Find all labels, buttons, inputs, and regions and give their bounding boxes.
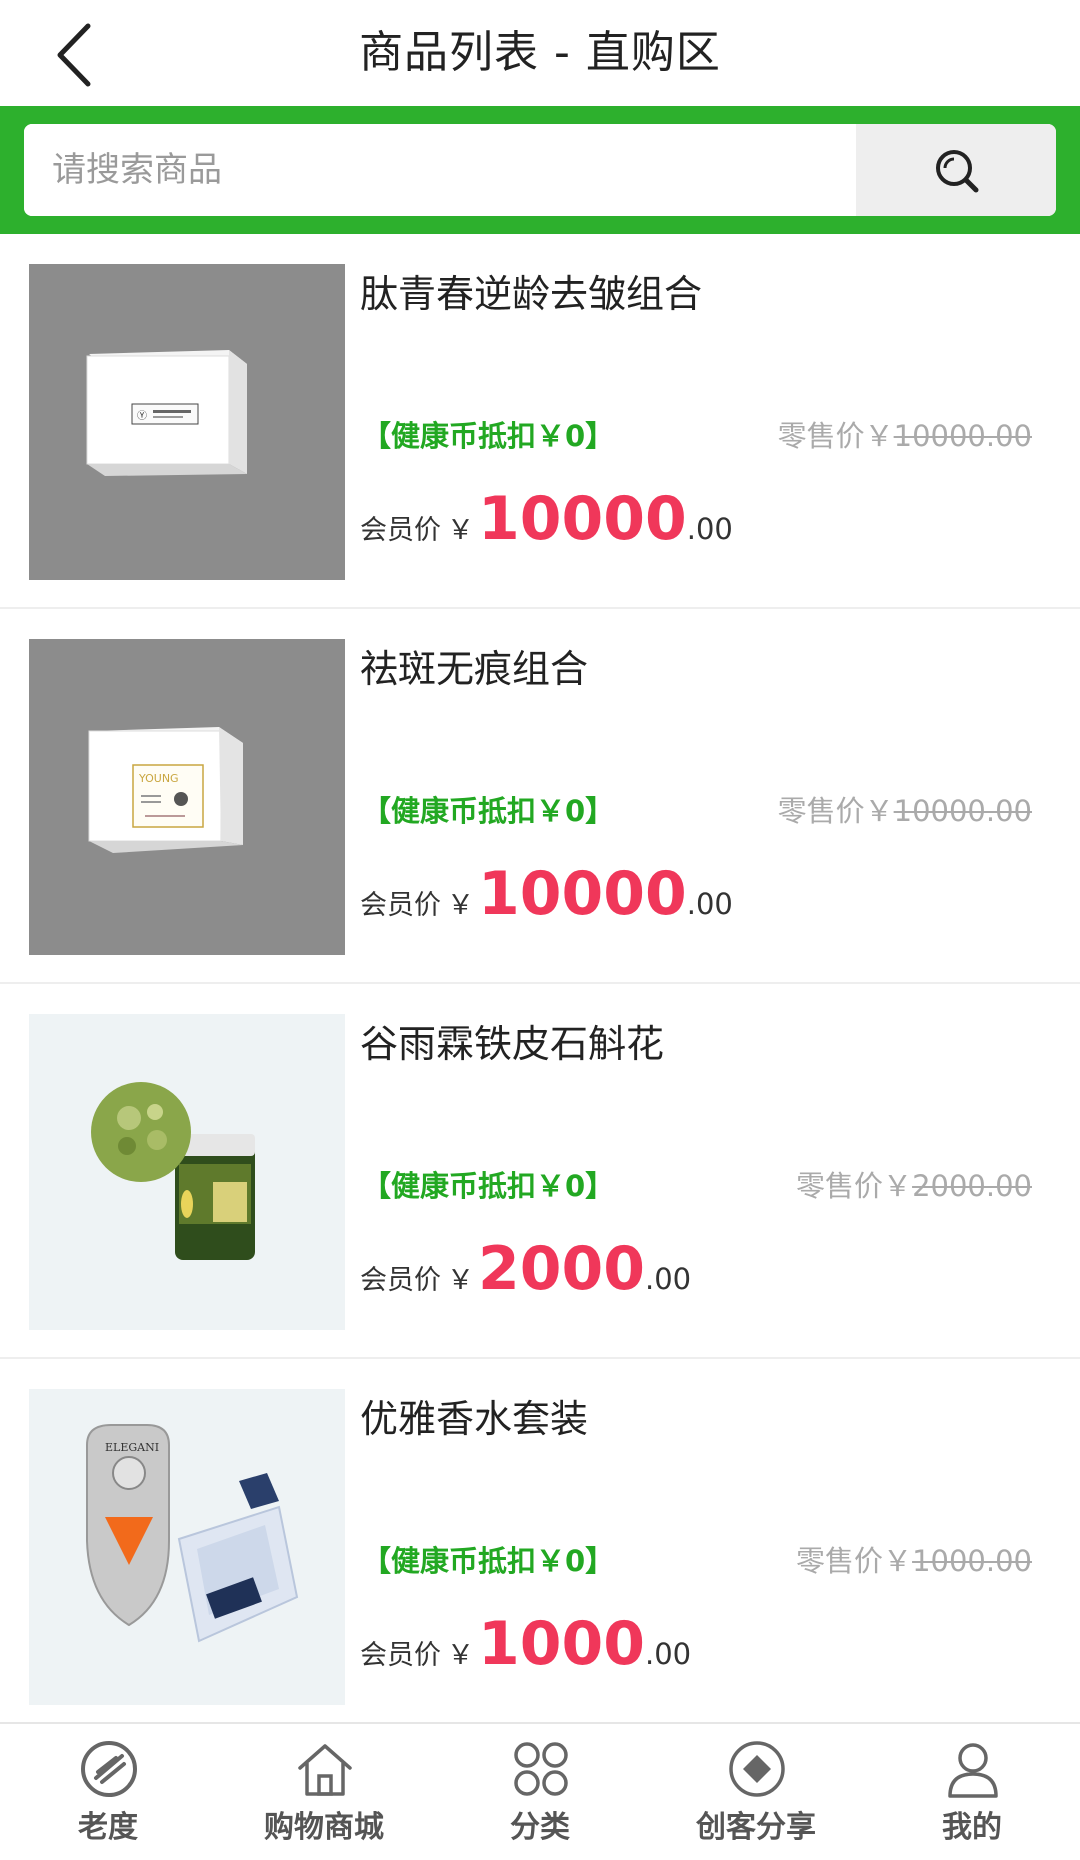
category-icon: [514, 1742, 568, 1796]
search-bar: [0, 106, 1080, 234]
member-price-integer: 10000: [478, 859, 687, 929]
product-image[interactable]: [29, 1014, 345, 1330]
header: 商品列表 - 直购区: [0, 0, 1080, 106]
svg-text:ELEGANI: ELEGANI: [105, 1441, 159, 1454]
product-item[interactable]: 谷雨霖铁皮石斛花 【健康币抵扣￥0】 零售价￥2000.00 会员价 ￥ 200…: [0, 984, 1080, 1359]
member-price: 会员价 ￥ 10000 .00: [360, 484, 733, 560]
retail-price-label: 零售价￥: [796, 1169, 913, 1203]
product-list: Ⓨ 肽青春逆龄去皱组合 【健康币抵扣￥0】 零售价￥10000.00 会员价 ￥…: [0, 234, 1080, 1734]
coin-deduction-label: 【健康币抵扣￥0】: [362, 1544, 615, 1578]
tab-mall[interactable]: 购物商城: [216, 1724, 432, 1860]
home-icon: [298, 1744, 352, 1796]
member-price-decimal: .00: [686, 887, 733, 921]
coin-deduction-label: 【健康币抵扣￥0】: [362, 419, 615, 453]
search-button[interactable]: [856, 124, 1056, 216]
bottom-tab-bar: 老度 购物商城 分类 创客分享 我的: [0, 1722, 1080, 1860]
retail-price: 零售价￥10000.00: [778, 414, 1032, 458]
retail-price-value: 10000.00: [893, 419, 1032, 453]
tab-label: 我的: [942, 1810, 1002, 1845]
member-price: 会员价 ￥ 2000 .00: [360, 1234, 691, 1310]
member-price: 会员价 ￥ 1000 .00: [360, 1609, 691, 1685]
product-image[interactable]: ELEGANI: [29, 1389, 345, 1705]
currency-symbol: ￥: [447, 1640, 474, 1671]
member-price-label: 会员价: [360, 515, 441, 546]
product-item[interactable]: ELEGANI 优雅香水套装 【健康币抵扣￥0】 零售价￥1000.00 会员价…: [0, 1359, 1080, 1734]
member-price-integer: 10000: [478, 484, 687, 554]
retail-price-value: 2000.00: [912, 1169, 1032, 1203]
svg-text:Ⓨ: Ⓨ: [137, 410, 147, 422]
member-price-decimal: .00: [645, 1262, 692, 1296]
product-item[interactable]: Ⓨ 肽青春逆龄去皱组合 【健康币抵扣￥0】 零售价￥10000.00 会员价 ￥…: [0, 234, 1080, 609]
search-input[interactable]: [24, 124, 856, 216]
currency-symbol: ￥: [447, 1265, 474, 1296]
member-price-decimal: .00: [686, 512, 733, 546]
coin-deduction-label: 【健康币抵扣￥0】: [362, 794, 615, 828]
member-price-label: 会员价: [360, 1265, 441, 1296]
member-price-label: 会员价: [360, 1640, 441, 1671]
search-box: [24, 124, 1056, 216]
member-price-integer: 2000: [478, 1234, 645, 1304]
laodu-logo-icon: [81, 1741, 137, 1797]
retail-price: 零售价￥2000.00: [796, 1164, 1032, 1208]
tab-maker-share[interactable]: 创客分享: [648, 1724, 864, 1860]
coin-deduction-label: 【健康币抵扣￥0】: [362, 1169, 615, 1203]
tab-label: 创客分享: [696, 1810, 816, 1845]
product-image[interactable]: YOUNG: [29, 639, 345, 955]
product-name[interactable]: 优雅香水套装: [360, 1393, 588, 1445]
product-image[interactable]: Ⓨ: [29, 264, 345, 580]
tab-label: 老度: [78, 1810, 138, 1845]
currency-symbol: ￥: [447, 890, 474, 921]
retail-price-label: 零售价￥: [777, 794, 894, 828]
member-price-integer: 1000: [478, 1609, 645, 1679]
share-diamond-icon: [729, 1741, 785, 1797]
member-price: 会员价 ￥ 10000 .00: [360, 859, 733, 935]
retail-price: 零售价￥1000.00: [796, 1539, 1032, 1583]
svg-text:YOUNG: YOUNG: [138, 772, 179, 785]
tab-laodu[interactable]: 老度: [0, 1724, 216, 1860]
member-price-decimal: .00: [645, 1637, 692, 1671]
currency-symbol: ￥: [447, 515, 474, 546]
product-item[interactable]: YOUNG 祛斑无痕组合 【健康币抵扣￥0】 零售价￥10000.00 会员价 …: [0, 609, 1080, 984]
tab-label: 购物商城: [264, 1810, 384, 1845]
tab-mine[interactable]: 我的: [864, 1724, 1080, 1860]
product-name[interactable]: 肽青春逆龄去皱组合: [360, 268, 702, 320]
product-name[interactable]: 祛斑无痕组合: [360, 643, 588, 695]
retail-price-label: 零售价￥: [777, 419, 894, 453]
search-icon: [936, 150, 979, 193]
product-name[interactable]: 谷雨霖铁皮石斛花: [360, 1018, 664, 1070]
page-title: 商品列表 - 直购区: [359, 27, 721, 78]
retail-price-label: 零售价￥: [796, 1544, 913, 1578]
retail-price: 零售价￥10000.00: [778, 789, 1032, 833]
tab-category[interactable]: 分类: [432, 1724, 648, 1860]
retail-price-value: 10000.00: [893, 794, 1032, 828]
retail-price-value: 1000.00: [912, 1544, 1032, 1578]
tab-label: 分类: [510, 1810, 570, 1845]
member-price-label: 会员价: [360, 890, 441, 921]
user-icon: [948, 1743, 998, 1798]
